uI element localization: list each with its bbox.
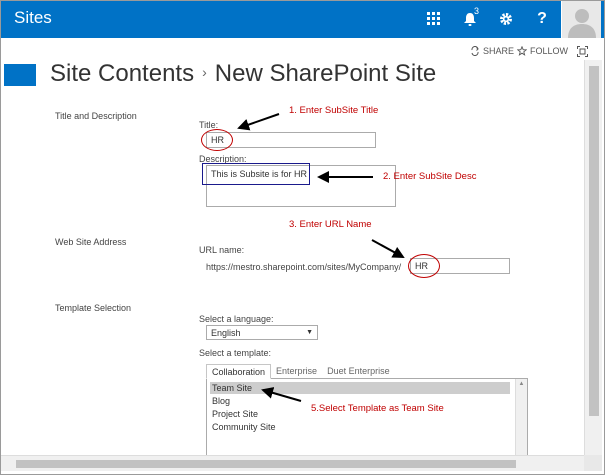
- user-silhouette-icon: [567, 9, 596, 38]
- title-highlight-circle: [201, 129, 233, 151]
- chevron-down-icon: ▼: [306, 329, 313, 336]
- arrow-step-1: [237, 113, 280, 131]
- page-horizontal-scroll-thumb[interactable]: [16, 460, 516, 468]
- gear-icon: [500, 13, 512, 25]
- suite-title[interactable]: Sites: [14, 8, 52, 28]
- scroll-up-icon[interactable]: ▲: [516, 381, 527, 387]
- template-tabs: Collaboration Enterprise Duet Enterprise: [206, 364, 395, 379]
- page-vertical-scroll-thumb[interactable]: [589, 66, 599, 416]
- tab-duet-enterprise[interactable]: Duet Enterprise: [322, 364, 395, 379]
- focus-content-icon: [577, 46, 588, 57]
- template-label: Select a template:: [199, 348, 272, 358]
- description-highlight-box: [202, 163, 310, 185]
- section-template: Template Selection: [55, 303, 132, 313]
- breadcrumb-parent[interactable]: Site Contents: [50, 60, 194, 87]
- notification-badge: 3: [472, 6, 482, 16]
- page-title: Site Contents › New SharePoint Site: [50, 60, 436, 88]
- breadcrumb-separator: ›: [202, 64, 207, 80]
- url-prefix: https://mestro.sharepoint.com/sites/MyCo…: [206, 262, 402, 272]
- annotation-step-2: 2. Enter SubSite Desc: [383, 171, 477, 182]
- language-label: Select a language:: [199, 314, 274, 324]
- url-name-label: URL name:: [199, 245, 245, 255]
- section-web-address: Web Site Address: [55, 237, 127, 247]
- tab-enterprise[interactable]: Enterprise: [271, 364, 322, 379]
- language-select[interactable]: English ▼: [206, 325, 318, 340]
- avatar[interactable]: [561, 0, 601, 38]
- template-item-community-site[interactable]: Community Site: [210, 421, 510, 433]
- share-label: SHARE: [483, 46, 515, 56]
- template-item-team-site[interactable]: Team Site: [210, 382, 510, 394]
- breadcrumb-current: New SharePoint Site: [214, 60, 437, 87]
- annotation-step-3: 3. Enter URL Name: [289, 219, 372, 230]
- settings-button[interactable]: [488, 0, 524, 38]
- suite-bar: Sites 3 ?: [0, 0, 605, 38]
- notifications-button[interactable]: 3: [452, 0, 488, 38]
- share-icon: [471, 46, 479, 56]
- section-title-description: Title and Description: [55, 111, 137, 121]
- star-icon: [517, 46, 527, 56]
- language-select-value: English: [211, 327, 241, 338]
- template-list[interactable]: Team Site Blog Project Site Community Si…: [206, 378, 528, 458]
- url-highlight-circle: [408, 254, 440, 278]
- focus-content-button[interactable]: [577, 46, 588, 57]
- annotation-step-5: 5.Select Template as Team Site: [311, 403, 444, 414]
- follow-label: FOLLOW: [530, 46, 569, 56]
- scrollbar-corner: [584, 455, 602, 471]
- app-launcher-icon[interactable]: [416, 0, 452, 38]
- arrow-step-3: [371, 239, 405, 258]
- action-bar: SHARE FOLLOW: [0, 44, 605, 60]
- help-icon: ?: [537, 10, 547, 27]
- share-button[interactable]: SHARE: [470, 46, 514, 56]
- annotation-step-1: 1. Enter SubSite Title: [289, 105, 379, 116]
- site-logo-accent: [4, 64, 36, 86]
- tab-collaboration[interactable]: Collaboration: [206, 364, 272, 379]
- help-button[interactable]: ?: [524, 0, 560, 38]
- follow-button[interactable]: FOLLOW: [517, 46, 568, 56]
- template-list-scrollbar[interactable]: ▲: [515, 379, 527, 457]
- page-vertical-scrollbar[interactable]: [584, 60, 602, 455]
- page-horizontal-scrollbar[interactable]: [0, 455, 584, 471]
